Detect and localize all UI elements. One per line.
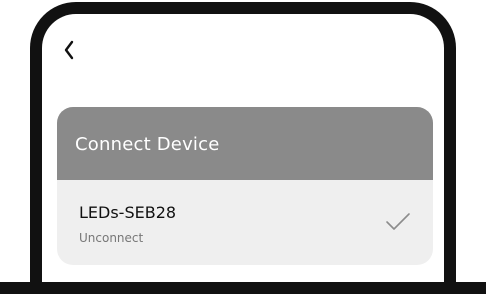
device-base-line	[0, 282, 486, 294]
back-button[interactable]	[58, 38, 82, 62]
card-header: Connect Device	[57, 107, 433, 180]
chevron-left-icon	[64, 40, 74, 60]
device-status: Unconnect	[79, 231, 144, 245]
device-list-item[interactable]: LEDs-SEB28 Unconnect	[57, 180, 433, 265]
screen: Connect Device LEDs-SEB28 Unconnect	[0, 0, 486, 294]
device-name: LEDs-SEB28	[79, 203, 177, 222]
card-title: Connect Device	[75, 134, 220, 155]
checkmark-icon	[386, 213, 410, 230]
connect-device-card: Connect Device LEDs-SEB28 Unconnect	[57, 107, 433, 265]
